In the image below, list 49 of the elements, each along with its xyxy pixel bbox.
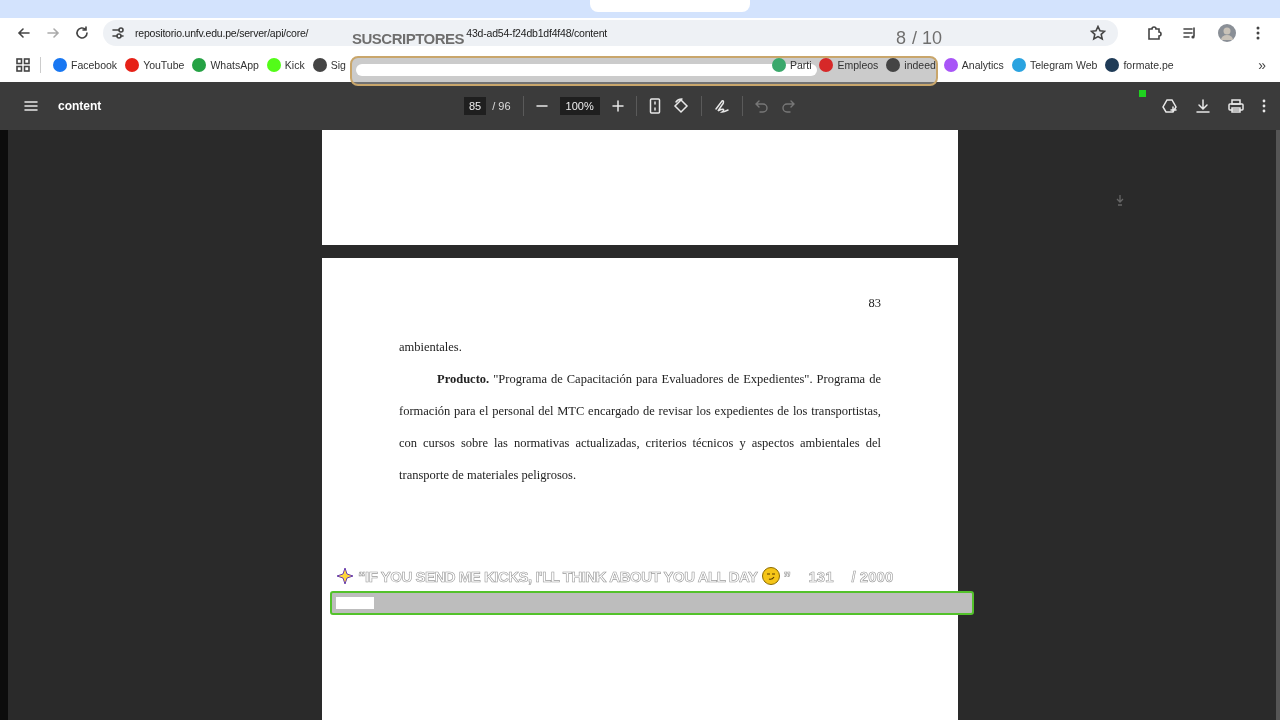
media-controls-icon[interactable] [1182,25,1198,41]
sparkle-icon [336,567,354,585]
back-icon[interactable] [16,25,32,41]
more-menu-icon[interactable] [1262,99,1266,113]
profile-avatar-icon[interactable] [1218,24,1236,42]
indicator-icon [1139,90,1146,97]
bookmark[interactable]: Parti [771,58,812,72]
reload-icon[interactable] [74,25,90,41]
goal-message: ” [783,567,791,585]
bookmark[interactable]: Telegram Web [1011,58,1098,72]
download-icon[interactable] [1196,99,1210,113]
paragraph: Producto. "Programa de Capacitación para Evaluadores de Expedientes". Programa de formación para el personal del MTC encargado de revisar los expedientes de los transportistas, con cursos sobre las normativas actualizadas, criterios técnicos y aspectos ambientales del transporte de materiales peligrosos. [399,371,881,484]
page-count: / 96 [492,100,511,112]
paragraph: ambientales. [399,339,463,356]
more-menu-icon[interactable] [1256,25,1260,41]
bookmark[interactable]: Facebook [53,58,118,72]
zoom-field[interactable]: 100% [559,97,600,115]
more-bookmarks-button[interactable]: » [1258,57,1266,73]
goal-target: / 2000 [851,567,894,585]
page-number-field[interactable]: 85 [464,97,487,115]
bookmark[interactable]: indeed [886,58,936,72]
page-number: 83 [867,296,881,311]
bookmark[interactable]: Empleos [819,58,879,72]
menu-icon[interactable] [24,100,38,112]
print-icon[interactable] [1228,99,1244,113]
goal-count: 8 [896,28,906,49]
bookmark[interactable]: Analytics [943,58,1004,72]
bookmark[interactable]: formate.pe [1105,58,1174,72]
extensions-icon[interactable] [1146,25,1162,41]
zoom-in-icon[interactable] [611,100,624,112]
rotate-icon[interactable] [672,98,689,114]
site-settings-icon[interactable] [111,26,125,40]
goal-title: SUSCRIPTORES [352,30,465,47]
fit-page-icon[interactable] [648,98,661,114]
document-title: content [58,99,102,113]
url-text: 43d-ad54-f24db1df4f48/content [466,27,608,39]
bookmark[interactable]: Kick [266,58,305,72]
url-text: repositorio.unfv.edu.pe/server/api/core/ [135,27,309,39]
bookmark-star-icon[interactable] [1090,25,1106,41]
bookmark[interactable]: YouTube [125,58,185,72]
apps-grid-icon[interactable] [16,58,30,72]
bookmark[interactable]: WhatsApp [192,58,259,72]
scrollbar[interactable] [1276,130,1280,720]
goal-message: “IF YOU SEND ME KICKS, I'LL THINK ABOUT YOU ALL DAY [358,567,758,585]
draw-icon[interactable] [713,99,730,113]
goal-count: 131 [808,567,834,585]
goal-target: / 10 [912,28,943,49]
smirk-face-icon [761,567,780,585]
bookmark[interactable]: Sig [312,58,346,72]
